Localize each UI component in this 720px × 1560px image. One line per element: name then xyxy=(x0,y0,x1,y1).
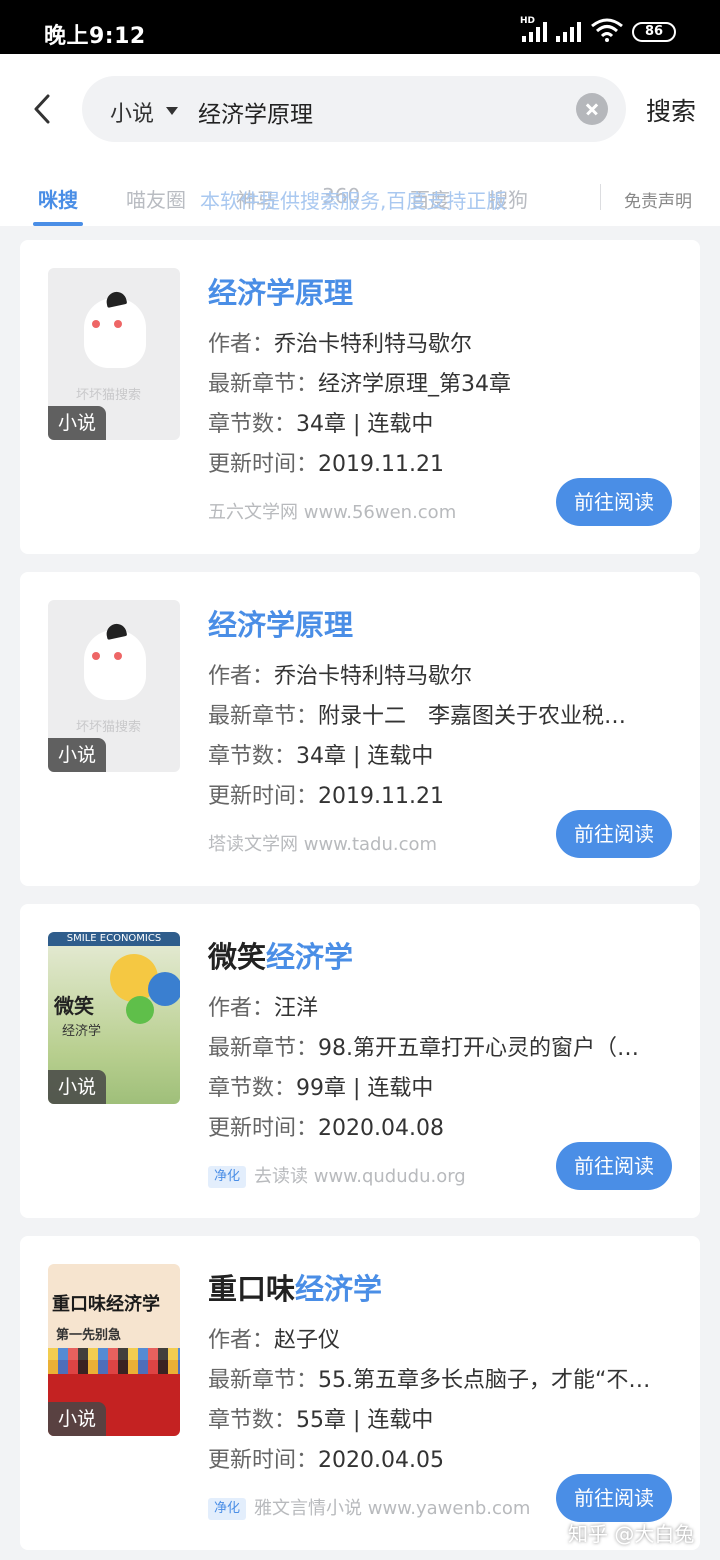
search-button[interactable]: 搜索 xyxy=(646,92,696,128)
source-site: 净化 去读读 www.qududu.org xyxy=(208,1162,466,1188)
author-line: 作者：赵子仪 xyxy=(208,1328,341,1353)
result-card[interactable]: 重口味经济学 第一先别急 小说 重口味经济学 作者：赵子仪 最新章节：55.第五… xyxy=(20,1236,700,1550)
latest-chapter-line: 最新章节：经济学原理_第34章 xyxy=(208,372,512,397)
book-cover[interactable]: SMILE ECONOMICS 微笑 经济学 小说 xyxy=(48,932,180,1104)
category-select[interactable]: 小说 xyxy=(110,96,154,128)
tab-miaoyouquan[interactable]: 喵友圈 xyxy=(126,184,186,213)
cat-mascot-icon xyxy=(84,298,146,368)
cover-top-banner: SMILE ECONOMICS xyxy=(48,932,180,946)
cover-watermark: 坏坏猫搜索 xyxy=(76,720,142,735)
read-button[interactable]: 前往阅读 xyxy=(556,1474,672,1522)
latest-chapter-line: 最新章节：98.第开五章打开心灵的窗户（… xyxy=(208,1036,640,1061)
read-button[interactable]: 前往阅读 xyxy=(556,478,672,526)
book-title[interactable]: 微笑经济学 xyxy=(208,934,353,976)
caret-down-icon[interactable] xyxy=(166,107,178,115)
cat-mascot-icon xyxy=(84,630,146,700)
search-header: 小说 经济学原理 搜索 咪搜 喵友圈 神马 360 百度 搜狗 本软件提供搜索服… xyxy=(0,54,720,226)
scrolling-notice: 本软件提供搜索服务,百度支持正版 xyxy=(200,189,507,213)
status-time: 晚上9:12 xyxy=(44,24,146,49)
purify-badge: 净化 xyxy=(208,1166,247,1188)
update-time-line: 更新时间：2020.04.05 xyxy=(208,1448,444,1473)
wifi-icon xyxy=(591,18,623,42)
tab-misou[interactable]: 咪搜 xyxy=(38,184,78,213)
source-site: 塔读文学网 www.tadu.com xyxy=(208,834,438,855)
book-cover[interactable]: 重口味经济学 第一先别急 小说 xyxy=(48,1264,180,1436)
update-time-line: 更新时间：2019.11.21 xyxy=(208,452,444,477)
update-time-line: 更新时间：2020.04.08 xyxy=(208,1116,444,1141)
result-card[interactable]: SMILE ECONOMICS 微笑 经济学 小说 微笑经济学 作者：汪洋 最新… xyxy=(20,904,700,1218)
smiley-ball-icon xyxy=(126,996,154,1024)
status-bar: 晚上9:12 HD 86 xyxy=(0,0,720,54)
chapter-count-line: 章节数：55章 | 连载中 xyxy=(208,1408,434,1433)
read-button[interactable]: 前往阅读 xyxy=(556,1142,672,1190)
cover-title: 重口味经济学 xyxy=(52,1294,160,1315)
cover-title: 微笑 xyxy=(54,994,94,1018)
cover-faces xyxy=(48,1348,180,1374)
author-line: 作者：汪洋 xyxy=(208,996,319,1021)
source-site: 净化 雅文言情小说 www.yawenb.com xyxy=(208,1494,530,1520)
chapter-count-line: 章节数：99章 | 连载中 xyxy=(208,1076,434,1101)
chapter-count-line: 章节数：34章 | 连载中 xyxy=(208,744,434,769)
latest-chapter-line: 最新章节：附录十二 李嘉图关于农业税… xyxy=(208,704,627,729)
cell-signal-2-icon xyxy=(556,20,581,42)
cover-watermark: 坏坏猫搜索 xyxy=(76,388,142,403)
cover-tag: 小说 xyxy=(48,1070,106,1104)
update-time-line: 更新时间：2019.11.21 xyxy=(208,784,444,809)
book-cover[interactable]: 坏坏猫搜索 小说 xyxy=(48,600,180,772)
search-box[interactable]: 小说 经济学原理 xyxy=(82,76,626,142)
battery-icon: 86 xyxy=(632,22,676,42)
zhihu-watermark: 知乎 @大白兔 xyxy=(568,1522,695,1546)
active-tab-indicator xyxy=(33,222,83,226)
author-line: 作者：乔治卡特利特马歇尔 xyxy=(208,664,473,689)
book-cover[interactable]: 坏坏猫搜索 小说 xyxy=(48,268,180,440)
cell-signal-icon xyxy=(522,20,547,42)
book-title[interactable]: 重口味经济学 xyxy=(208,1266,382,1308)
engine-tabs: 咪搜 喵友圈 神马 360 百度 搜狗 本软件提供搜索服务,百度支持正版 免责声… xyxy=(0,180,720,226)
disclaimer-link[interactable]: 免责声明 xyxy=(624,187,692,212)
latest-chapter-line: 最新章节：55.第五章多长点脑子，才能“不… xyxy=(208,1368,651,1393)
smiley-ball-icon xyxy=(148,972,180,1006)
book-title[interactable]: 经济学原理 xyxy=(208,270,353,312)
source-site: 五六文学网 www.56wen.com xyxy=(208,502,457,523)
back-arrow-icon[interactable] xyxy=(26,92,60,126)
tab-divider xyxy=(600,184,601,210)
chapter-count-line: 章节数：34章 | 连载中 xyxy=(208,412,434,437)
purify-badge: 净化 xyxy=(208,1498,247,1520)
result-card[interactable]: 坏坏猫搜索 小说 经济学原理 作者：乔治卡特利特马歇尔 最新章节：附录十二 李嘉… xyxy=(20,572,700,886)
search-input[interactable]: 经济学原理 xyxy=(198,95,313,129)
clear-icon[interactable] xyxy=(576,93,608,125)
cover-subtitle: 第一先别急 xyxy=(56,1328,122,1343)
cover-subtitle: 经济学 xyxy=(62,1024,102,1039)
cover-tag: 小说 xyxy=(48,406,106,440)
book-title[interactable]: 经济学原理 xyxy=(208,602,353,644)
cover-tag: 小说 xyxy=(48,1402,106,1436)
author-line: 作者：乔治卡特利特马歇尔 xyxy=(208,332,473,357)
cover-tag: 小说 xyxy=(48,738,106,772)
result-card[interactable]: 坏坏猫搜索 小说 经济学原理 作者：乔治卡特利特马歇尔 最新章节：经济学原理_第… xyxy=(20,240,700,554)
read-button[interactable]: 前往阅读 xyxy=(556,810,672,858)
